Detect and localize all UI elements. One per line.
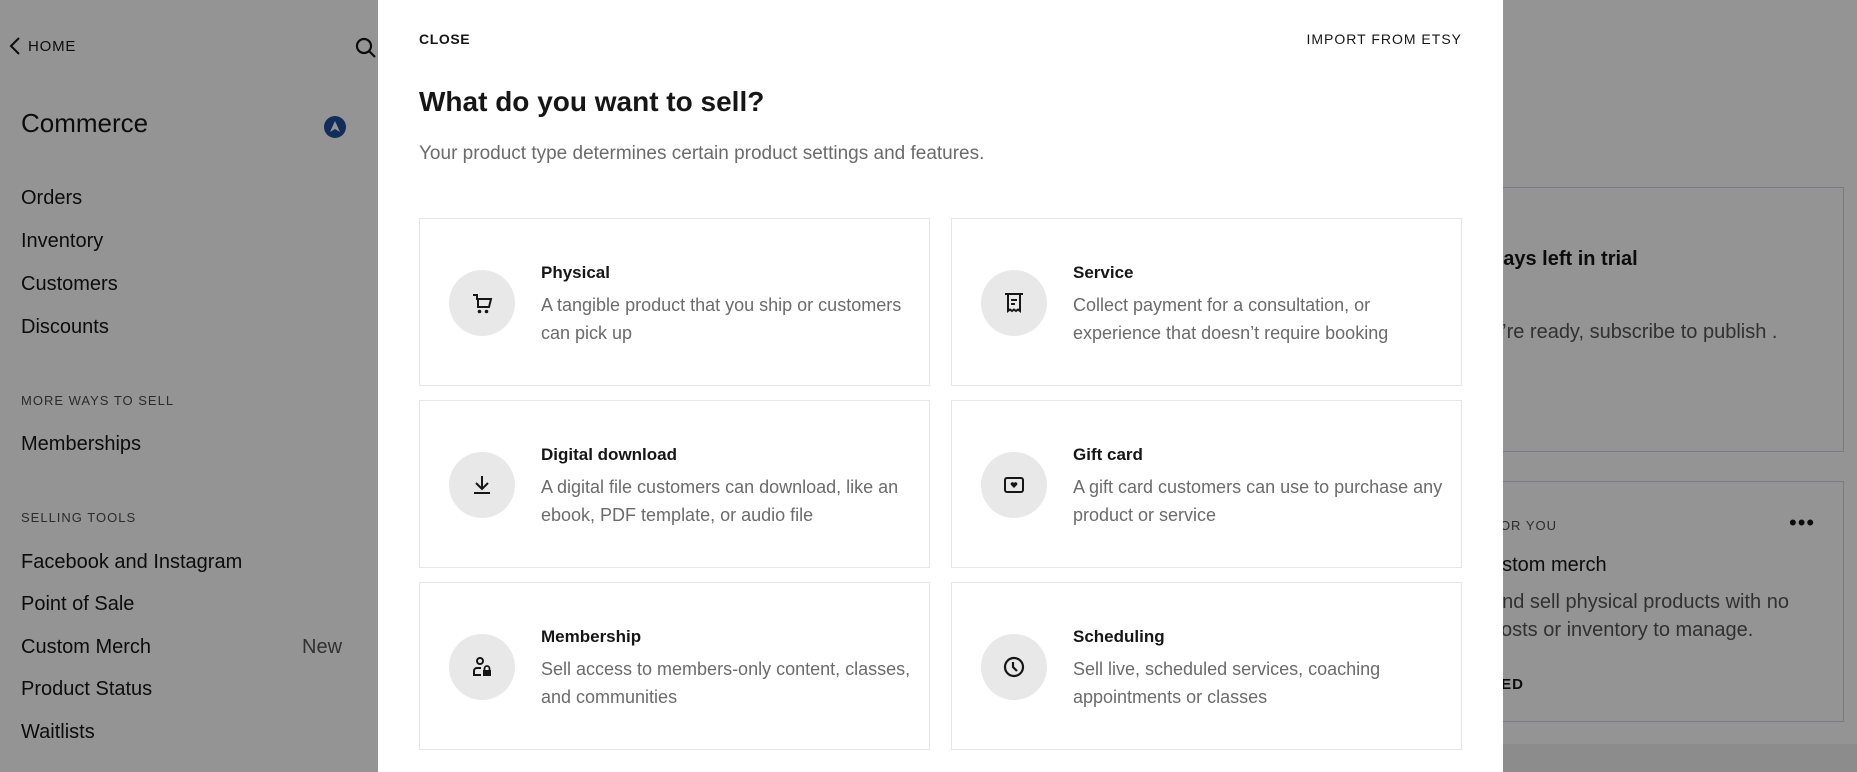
member-lock-icon <box>449 634 515 700</box>
option-digital-download[interactable]: Digital download A digital file customer… <box>419 400 930 568</box>
import-from-etsy-button[interactable]: IMPORT FROM ETSY <box>1307 31 1463 47</box>
option-scheduling[interactable]: Scheduling Sell live, scheduled services… <box>951 582 1462 750</box>
option-description: A tangible product that you ship or cust… <box>541 295 902 343</box>
option-title: Digital download <box>541 445 677 464</box>
option-description: Collect payment for a consultation, or e… <box>1073 295 1389 343</box>
product-type-options: Physical A tangible product that you shi… <box>419 218 1462 750</box>
product-type-modal: CLOSE IMPORT FROM ETSY What do you want … <box>378 0 1503 772</box>
gift-card-icon <box>981 452 1047 518</box>
clock-icon <box>981 634 1047 700</box>
receipt-icon <box>981 270 1047 336</box>
option-gift-card[interactable]: Gift card A gift card customers can use … <box>951 400 1462 568</box>
option-title: Service <box>1073 263 1134 282</box>
modal-subtitle: Your product type determines certain pro… <box>419 143 985 164</box>
modal-title: What do you want to sell? <box>419 86 765 117</box>
close-button[interactable]: CLOSE <box>419 31 470 47</box>
option-service[interactable]: Service Collect payment for a consultati… <box>951 218 1462 386</box>
download-icon <box>449 452 515 518</box>
option-physical[interactable]: Physical A tangible product that you shi… <box>419 218 930 386</box>
option-title: Membership <box>541 627 642 646</box>
option-title: Scheduling <box>1073 627 1165 646</box>
option-membership[interactable]: Membership Sell access to members-only c… <box>419 582 930 750</box>
cart-icon <box>449 270 515 336</box>
option-description: Sell access to members-only content, cla… <box>541 659 911 707</box>
option-description: A gift card customers can use to purchas… <box>1073 477 1443 525</box>
option-description: Sell live, scheduled services, coaching … <box>1073 659 1381 707</box>
option-title: Gift card <box>1073 445 1143 464</box>
option-title: Physical <box>541 263 610 282</box>
option-description: A digital file customers can download, l… <box>541 477 899 525</box>
